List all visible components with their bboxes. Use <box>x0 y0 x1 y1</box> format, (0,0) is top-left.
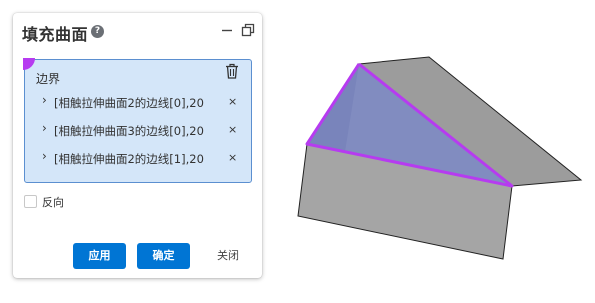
close-button[interactable]: 关闭 <box>205 243 251 269</box>
3d-viewport[interactable] <box>280 40 590 270</box>
panel-title: 填充曲面 <box>22 25 89 44</box>
boundary-color-marker <box>23 58 35 70</box>
close-icon[interactable]: × <box>228 123 237 136</box>
edge-label: [相触拉伸曲面3的边线[0],20 <box>54 124 204 138</box>
fill-surface-panel: 填充曲面 ? 边界 › [相触拉伸曲面2的边线[0],20 × › [相触拉伸曲… <box>13 13 262 278</box>
list-item[interactable]: › [相触拉伸曲面2的边线[0],20 × <box>25 92 251 112</box>
boundary-selection-box[interactable]: 边界 › [相触拉伸曲面2的边线[0],20 × › [相触拉伸曲面3的边线[0… <box>23 58 252 183</box>
reverse-checkbox[interactable] <box>24 195 37 208</box>
edge-label: [相触拉伸曲面2的边线[0],20 <box>54 96 204 110</box>
ok-button[interactable]: 确定 <box>137 243 190 269</box>
reverse-label: 反向 <box>42 196 64 209</box>
chevron-right-icon[interactable]: › <box>42 93 47 107</box>
chevron-right-icon[interactable]: › <box>42 121 47 135</box>
apply-button[interactable]: 应用 <box>73 243 126 269</box>
chevron-right-icon[interactable]: › <box>42 149 47 163</box>
edge-label: [相触拉伸曲面2的边线[1],20 <box>54 152 204 166</box>
boundary-label: 边界 <box>36 72 61 86</box>
trash-icon[interactable] <box>225 63 239 79</box>
list-item[interactable]: › [相触拉伸曲面2的边线[1],20 × <box>25 148 251 168</box>
list-item[interactable]: › [相触拉伸曲面3的边线[0],20 × <box>25 120 251 140</box>
close-icon[interactable]: × <box>228 95 237 108</box>
help-icon[interactable]: ? <box>91 25 104 38</box>
restore-icon[interactable] <box>241 23 255 37</box>
close-icon[interactable]: × <box>228 151 237 164</box>
minimize-icon[interactable] <box>221 24 233 36</box>
